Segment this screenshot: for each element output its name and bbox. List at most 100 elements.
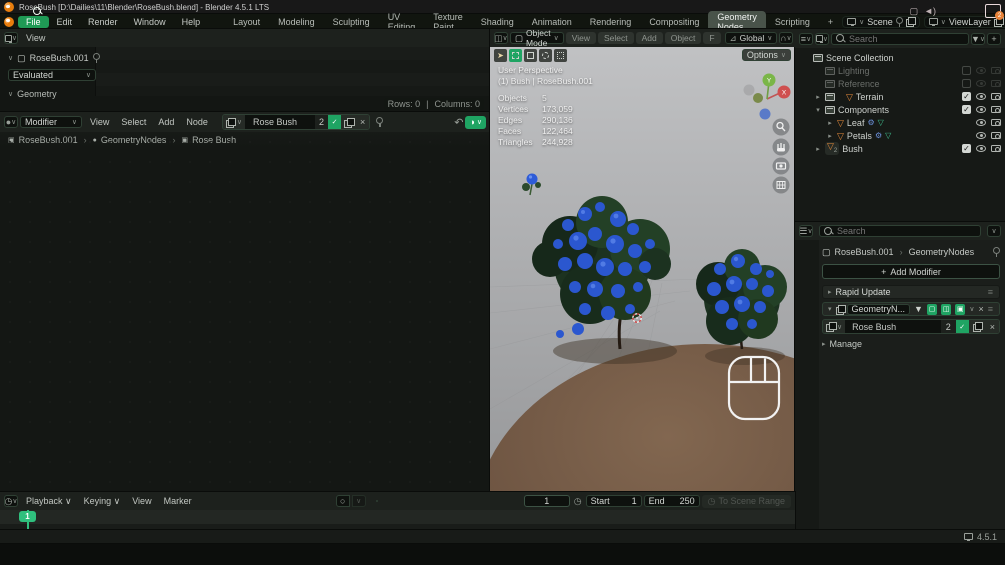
- node-group-selector[interactable]: ∨ Rose Bush 2 ✓ ×: [222, 114, 370, 130]
- spreadsheet-object-row[interactable]: ∨ ▢ RoseBush.001: [8, 53, 100, 63]
- workspace-tab-modeling[interactable]: Modeling: [269, 16, 324, 28]
- breadcrumb-item[interactable]: GeometryNodes: [909, 247, 975, 257]
- menu-render[interactable]: Render: [80, 16, 126, 28]
- hide-eye-icon[interactable]: [976, 106, 986, 113]
- outliner-item-reference[interactable]: Reference: [795, 77, 1005, 90]
- menu-select[interactable]: Select: [598, 32, 634, 44]
- hide-eye-icon[interactable]: [976, 80, 986, 87]
- blender-menu-icon[interactable]: [4, 17, 14, 27]
- menu-add[interactable]: Add: [152, 117, 180, 127]
- frame-start-field[interactable]: Start1: [586, 495, 642, 507]
- mode-dropdown[interactable]: ▢Object Mode∨: [510, 32, 564, 44]
- menu-object[interactable]: Object: [665, 32, 702, 44]
- workspace-tab-scripting[interactable]: Scripting: [766, 16, 819, 28]
- outliner-item-leaf[interactable]: ▸▽Leaf⚙▽: [795, 116, 1005, 129]
- node-tree-type-dropdown[interactable]: Modifier∨: [20, 116, 82, 128]
- render-toggle[interactable]: ▣: [955, 304, 965, 315]
- snap-icon[interactable]: ↶: [454, 116, 463, 129]
- unlink-button[interactable]: ×: [986, 320, 999, 333]
- expand-arrow[interactable]: ▸: [814, 145, 822, 153]
- display-mode-button[interactable]: ≡∨: [799, 33, 813, 45]
- menu-keying[interactable]: Keying ∨: [78, 496, 127, 507]
- pin-icon[interactable]: [993, 247, 1000, 257]
- hide-eye-icon[interactable]: [976, 145, 986, 152]
- options-dropdown[interactable]: Options∨: [742, 49, 791, 61]
- expand-arrow[interactable]: ▸: [814, 93, 822, 101]
- editor-type-button[interactable]: ●∨: [4, 116, 18, 128]
- pin-icon[interactable]: [376, 117, 383, 127]
- outliner-item-scene-collection[interactable]: Scene Collection: [795, 51, 1005, 64]
- search-input[interactable]: [849, 34, 929, 44]
- editor-type-button[interactable]: ◫∨: [494, 32, 508, 44]
- close-icon[interactable]: ×: [978, 304, 983, 314]
- notification-center[interactable]: 2: [985, 4, 1001, 18]
- disable-render-icon[interactable]: [991, 106, 1001, 113]
- new-copy-button[interactable]: [341, 115, 356, 129]
- menu-node[interactable]: Node: [180, 117, 214, 127]
- search-input[interactable]: [837, 226, 907, 236]
- outliner-item-lighting[interactable]: Lighting: [795, 64, 1005, 77]
- properties-search[interactable]: [819, 225, 981, 237]
- viewport-3d[interactable]: Y X ◫∨ ▢Object Mode∨ ViewSelectAddObject…: [490, 29, 795, 492]
- workspace-tab-shading[interactable]: Shading: [472, 16, 523, 28]
- exclude-checkbox[interactable]: ✓: [962, 92, 971, 101]
- modifier-panel-rapid-update[interactable]: ▸Rapid Update ≡: [822, 285, 1000, 299]
- exclude-checkbox[interactable]: ✓: [962, 105, 971, 114]
- pin-icon[interactable]: [93, 53, 100, 63]
- hide-eye-icon[interactable]: [976, 119, 986, 126]
- overlay-toggle[interactable]: ◑∨: [465, 116, 486, 129]
- menu-add[interactable]: Add: [636, 32, 663, 44]
- menu-help[interactable]: Help: [174, 16, 209, 28]
- edit-mode-toggle[interactable]: ▢: [927, 304, 937, 315]
- menu-view[interactable]: View: [126, 496, 157, 506]
- menu-view[interactable]: View: [84, 117, 115, 127]
- tray-app-icon[interactable]: ▢: [910, 6, 919, 17]
- fkey-button[interactable]: F: [703, 32, 720, 44]
- snap-magnet-button[interactable]: ∩∨: [779, 32, 792, 44]
- new-collection-button[interactable]: +: [987, 33, 1001, 45]
- menu-view[interactable]: View: [20, 33, 51, 43]
- workspace-tab-sculpting[interactable]: Sculpting: [324, 16, 379, 28]
- volume-icon[interactable]: ◄): [924, 6, 936, 16]
- outliner-search[interactable]: [831, 33, 969, 45]
- hide-eye-icon[interactable]: [976, 67, 986, 74]
- disable-render-icon[interactable]: [991, 119, 1001, 126]
- geometry-section[interactable]: ∨Geometry: [8, 89, 57, 99]
- new-copy-button[interactable]: [969, 320, 986, 333]
- cursor-tool[interactable]: [554, 49, 567, 62]
- outliner-item-petals[interactable]: ▸▽Petals⚙▽: [795, 129, 1005, 142]
- tweak-tool[interactable]: ➤: [494, 49, 507, 62]
- outliner-item-components[interactable]: ▾Components✓: [795, 103, 1005, 116]
- workspace-tab-+[interactable]: +: [819, 16, 842, 28]
- current-frame-field[interactable]: 1: [524, 495, 570, 507]
- auto-key-dropdown[interactable]: ∨: [352, 495, 366, 507]
- disable-render-icon[interactable]: [991, 67, 1001, 74]
- workspace-tab-layout[interactable]: Layout: [224, 16, 269, 28]
- expand-arrow[interactable]: ▾: [814, 106, 822, 114]
- drag-handle[interactable]: ≡: [988, 287, 994, 297]
- playhead-frame-badge[interactable]: 1: [19, 511, 36, 522]
- properties-options-button[interactable]: ∨: [987, 225, 1001, 237]
- menu-file[interactable]: File: [18, 16, 49, 28]
- menu-playback[interactable]: Playback ∨: [20, 496, 78, 507]
- workspace-tab-rendering[interactable]: Rendering: [581, 16, 641, 28]
- realtime-toggle[interactable]: ◫: [941, 304, 951, 315]
- fake-user-button[interactable]: ✓: [328, 115, 341, 129]
- menu-window[interactable]: Window: [126, 16, 174, 28]
- editor-type-button[interactable]: ∨: [4, 32, 18, 44]
- menu-edit[interactable]: Edit: [49, 16, 81, 28]
- unlink-button[interactable]: ×: [356, 115, 369, 129]
- drag-handle[interactable]: ≡: [988, 304, 994, 314]
- menu-view[interactable]: View: [566, 32, 596, 44]
- editor-type-button[interactable]: ☰∨: [799, 225, 813, 237]
- workspace-tab-compositing[interactable]: Compositing: [640, 16, 708, 28]
- user-count[interactable]: 2: [315, 115, 328, 129]
- hide-eye-icon[interactable]: [976, 93, 986, 100]
- workspace-tab-animation[interactable]: Animation: [523, 16, 581, 28]
- exclude-checkbox[interactable]: ✓: [962, 144, 971, 153]
- fake-user-button[interactable]: ✓: [956, 320, 969, 333]
- select-circle-tool[interactable]: [524, 49, 537, 62]
- filter-button[interactable]: ▼∨: [971, 33, 985, 45]
- add-modifier-button[interactable]: +Add Modifier: [822, 264, 1000, 279]
- exclude-checkbox[interactable]: [962, 66, 971, 75]
